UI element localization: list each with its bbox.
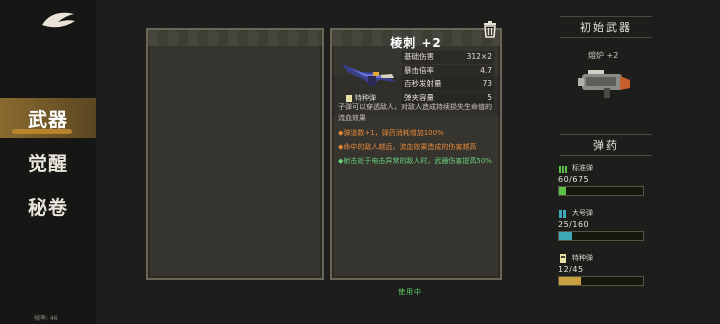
perk-text: ◆射击处于电击异常的敌人时，武器伤害提高50%: [338, 157, 492, 165]
perk-text: ◆弹道数+1，弹药消耗增加100%: [338, 129, 444, 137]
fps-counter: 帧率: 46: [34, 315, 58, 322]
stat-label: 基础伤害: [404, 52, 434, 61]
ammo-item-special: 特种弹 12/45: [558, 253, 648, 286]
sidebar: 武器 觉醒 秘卷 帧率: 46: [0, 0, 96, 324]
section-title: 初始武器: [580, 21, 632, 34]
standard-ammo-icon: [559, 165, 567, 173]
trash-icon[interactable]: [482, 20, 498, 38]
nav-tab-label: 武器: [27, 108, 68, 131]
weapon-detail-panel: 棱刺 +2 特种弹 基础伤害 312×2 暴击倍率 4.7 百秒发射量 73 弹…: [330, 28, 502, 280]
stat-row: 基础伤害 312×2: [402, 51, 494, 64]
stat-value: 4.7: [480, 65, 492, 75]
nav-tab-awakening[interactable]: 觉醒: [0, 142, 96, 182]
special-ammo-icon: [560, 253, 566, 263]
ammo-item-standard: 标准弹 60/675: [558, 163, 648, 196]
ammo-name: 大号弹: [572, 209, 593, 217]
stat-label: 暴击倍率: [404, 65, 434, 75]
weapon-title: 棱刺 +2: [390, 36, 442, 50]
stat-row: 百秒发射量 73: [402, 78, 494, 91]
nav-tab-weapons[interactable]: 武器: [0, 98, 96, 138]
stat-value: 312×2: [466, 52, 492, 61]
nav-tab-label: 秘卷: [27, 196, 68, 219]
weapon-image: [342, 64, 396, 86]
weapon-description: 子弹可以穿透敌人，对敌人造成持续损失生命值的流血效果: [338, 103, 492, 122]
ammo-name-row: 特种弹: [558, 253, 648, 263]
weapon-perks: ◆弹道数+1，弹药消耗增加100% ◆命中的敌人越远，流血效果造成的伤害越高 ◆…: [338, 128, 498, 170]
ammo-header: 弹药: [560, 134, 652, 156]
ammo-count: 60/675: [558, 175, 590, 184]
special-ammo-icon: [346, 94, 352, 102]
stat-row: 暴击倍率 4.7: [402, 64, 494, 77]
starting-weapon-name: 熔炉 +2: [588, 51, 619, 60]
perk-text: ◆命中的敌人越远，流血效果造成的伤害越高: [338, 143, 477, 151]
ammo-name: 特种弹: [572, 254, 593, 262]
stat-value: 73: [482, 79, 492, 88]
large-ammo-icon: [559, 209, 566, 218]
in-use-status: 使用中: [398, 288, 422, 296]
ammo-name-row: 标准弹: [558, 163, 648, 173]
nav-tab-label: 觉醒: [27, 152, 68, 175]
game-logo-icon: [42, 12, 75, 28]
stat-label: 百秒发射量: [404, 79, 442, 88]
section-title: 弹药: [593, 139, 619, 152]
ammo-bar-fill: [559, 187, 567, 195]
ammo-item-large: 大号弹 25/160: [558, 208, 648, 241]
ammo-bar-fill: [559, 277, 582, 285]
ammo-bar: [558, 231, 644, 241]
weapon-slot-panel[interactable]: [146, 28, 324, 280]
ammo-count: 12/45: [558, 265, 584, 274]
ammo-bar: [558, 186, 644, 196]
starting-weapon-image[interactable]: [576, 64, 634, 100]
starting-weapon-header: 初始武器: [560, 16, 652, 38]
ammo-name: 标准弹: [572, 164, 593, 172]
panel-decor-band: [148, 30, 322, 46]
ammo-count: 25/160: [558, 220, 590, 229]
ammo-name-row: 大号弹: [558, 208, 648, 218]
ammo-bar-fill: [559, 232, 573, 240]
ammo-bar: [558, 276, 644, 286]
nav-tab-secret-scrolls[interactable]: 秘卷: [0, 186, 96, 226]
weapon-stats: 基础伤害 312×2 暴击倍率 4.7 百秒发射量 73 弹夹容量 5: [402, 51, 494, 105]
